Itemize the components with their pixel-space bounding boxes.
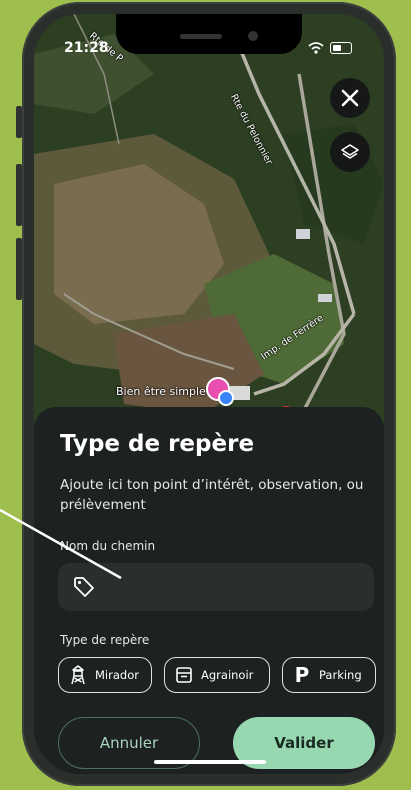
layers-icon	[341, 144, 359, 159]
type-chip-label: Agrainoir	[201, 668, 254, 682]
speaker-grille	[180, 34, 222, 39]
watchtower-icon	[67, 665, 89, 685]
map-view[interactable]: Rte du Pelonnier Imp. de Ferrère Rte de …	[34, 14, 384, 424]
parking-icon: P	[294, 663, 310, 687]
path-name-field[interactable]	[58, 563, 374, 611]
close-map-button[interactable]	[330, 78, 370, 118]
type-chip-label: Parking	[319, 668, 362, 682]
battery-icon	[330, 42, 352, 54]
marker-type-label: Type de repère	[60, 633, 150, 647]
status-time: 21:28	[64, 40, 109, 56]
front-camera	[248, 31, 258, 41]
satellite-map	[34, 14, 384, 424]
mute-switch	[16, 106, 22, 138]
feeder-icon	[173, 666, 195, 684]
close-icon	[341, 89, 359, 107]
type-chip-parking[interactable]: P Parking	[282, 657, 376, 693]
volume-down-button	[16, 238, 22, 300]
volume-up-button	[16, 164, 22, 226]
wifi-icon	[308, 42, 324, 54]
path-name-label: Nom du chemin	[60, 539, 156, 553]
map-layers-button[interactable]	[330, 132, 370, 172]
sheet-title: Type de repère	[60, 431, 255, 457]
tag-icon	[74, 577, 94, 597]
phone-frame: Rte du Pelonnier Imp. de Ferrère Rte de …	[16, 2, 396, 786]
path-name-input[interactable]	[110, 575, 364, 601]
type-chip-agrainoir[interactable]: Agrainoir	[164, 657, 270, 693]
phone-screen: Rte du Pelonnier Imp. de Ferrère Rte de …	[34, 14, 384, 774]
marker-type-sheet: Type de repère Ajoute ici ton point d’in…	[34, 407, 384, 774]
sheet-subtitle: Ajoute ici ton point d’intérêt, observat…	[60, 477, 364, 513]
type-chip-label: Mirador	[95, 668, 139, 682]
poi-label: Bien être simple	[116, 385, 206, 398]
camera-notch	[116, 14, 302, 54]
status-icons	[308, 42, 352, 54]
home-indicator	[154, 760, 266, 764]
type-chip-mirador[interactable]: Mirador	[58, 657, 152, 693]
user-location-marker	[218, 390, 234, 406]
